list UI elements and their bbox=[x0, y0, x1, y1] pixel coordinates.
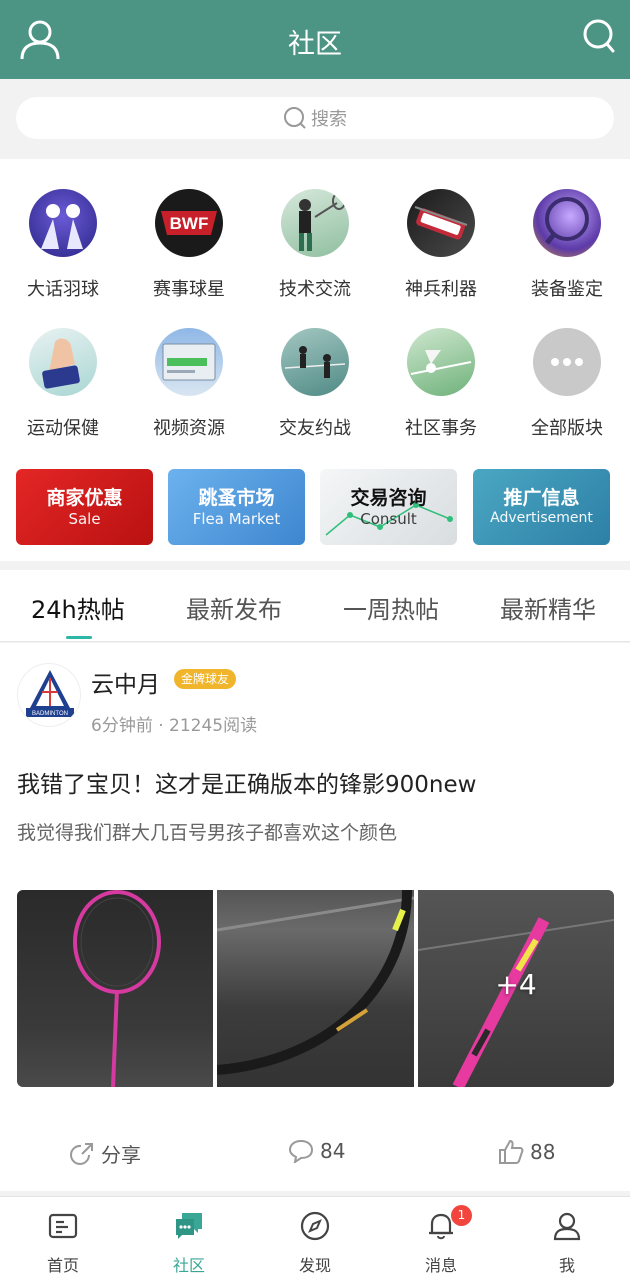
category-grid: 大话羽球 BWF 赛事球星 技术交流 神兵利器 装备鉴定 运动保健 视频资源 交… bbox=[0, 159, 630, 561]
notification-badge: 1 bbox=[451, 1205, 472, 1226]
banner-advertisement[interactable]: 推广信息 Advertisement bbox=[473, 469, 610, 545]
page-title: 社区 bbox=[288, 29, 342, 60]
court-icon bbox=[281, 328, 349, 396]
category-item[interactable]: 交友约战 bbox=[252, 328, 378, 440]
avatar[interactable]: BADMINTON bbox=[17, 663, 81, 727]
post-meta: 6分钟前 · 21245阅读 bbox=[91, 716, 258, 736]
category-label: 交友约战 bbox=[279, 418, 351, 439]
search-placeholder: 搜索 bbox=[311, 109, 347, 130]
search-area: 搜索 bbox=[0, 79, 630, 159]
comment-count: 84 bbox=[320, 1139, 346, 1163]
comment-button[interactable]: 84 bbox=[288, 1139, 345, 1163]
share-label: 分享 bbox=[101, 1143, 141, 1167]
share-button[interactable]: 分享 bbox=[69, 1139, 141, 1168]
comment-icon bbox=[288, 1139, 314, 1163]
more-icon bbox=[533, 328, 601, 396]
category-item[interactable]: 运动保健 bbox=[0, 328, 126, 440]
thumbs-up-icon bbox=[499, 1139, 524, 1164]
nav-home[interactable]: 首页 bbox=[0, 1197, 126, 1280]
banner-flea-market[interactable]: 跳蚤市场 Flea Market bbox=[168, 469, 305, 545]
profile-icon bbox=[553, 1212, 581, 1241]
category-item[interactable]: BWF 赛事球星 bbox=[126, 189, 252, 301]
banner-title: 交易咨询 bbox=[350, 487, 427, 509]
svg-text:BWF: BWF bbox=[170, 214, 209, 233]
community-icon bbox=[176, 1213, 202, 1239]
magnifier-icon bbox=[533, 189, 601, 257]
category-item[interactable]: 神兵利器 bbox=[378, 189, 504, 301]
banner-sale[interactable]: 商家优惠 Sale bbox=[16, 469, 153, 545]
top-app-bar: 社区 bbox=[0, 0, 630, 79]
compass-icon bbox=[300, 1211, 330, 1241]
tab-weekly-hot[interactable]: 一周热帖 bbox=[343, 590, 439, 625]
post-photo[interactable] bbox=[217, 890, 414, 1087]
category-item[interactable]: 装备鉴定 bbox=[504, 189, 630, 301]
bwf-logo-icon: BWF bbox=[155, 189, 223, 257]
like-count: 88 bbox=[530, 1140, 556, 1164]
tab-latest[interactable]: 最新发布 bbox=[186, 590, 282, 625]
avatar-logo-text: BADMINTON bbox=[32, 711, 68, 717]
post-photo[interactable]: +4 bbox=[418, 890, 614, 1087]
category-item[interactable]: 全部版块 bbox=[504, 328, 630, 440]
tab-latest-featured[interactable]: 最新精华 bbox=[500, 590, 596, 625]
category-item[interactable]: 视频资源 bbox=[126, 328, 252, 440]
category-item[interactable]: 社区事务 bbox=[378, 328, 504, 440]
racket-bag-icon bbox=[407, 189, 475, 257]
bottom-nav: 首页 社区 发现 1 消息 我 bbox=[0, 1196, 630, 1280]
share-icon bbox=[70, 1142, 93, 1165]
home-icon bbox=[48, 1213, 78, 1239]
nav-messages[interactable]: 1 消息 bbox=[378, 1197, 504, 1280]
tab-24h-hot[interactable]: 24h热帖 bbox=[31, 590, 125, 625]
category-label: 赛事球星 bbox=[153, 279, 225, 300]
nav-label: 首页 bbox=[46, 1256, 79, 1275]
banner-title: 推广信息 bbox=[503, 487, 580, 509]
nav-label: 社区 bbox=[172, 1256, 205, 1275]
nav-label: 我 bbox=[558, 1256, 575, 1275]
video-icon bbox=[155, 328, 223, 396]
nav-label: 消息 bbox=[424, 1256, 457, 1275]
search-icon[interactable] bbox=[582, 18, 616, 54]
category-label: 运动保健 bbox=[27, 418, 99, 439]
category-label: 社区事务 bbox=[405, 418, 477, 439]
shuttle-court-icon bbox=[407, 328, 475, 396]
post-card[interactable]: BADMINTON 云中月 金牌球友 6分钟前 · 21245阅读 我错了宝贝！… bbox=[0, 643, 630, 1191]
status-badge: 金牌球友 bbox=[174, 669, 237, 689]
banner-subtitle: Flea Market bbox=[192, 510, 281, 528]
banner-subtitle: Consult bbox=[360, 510, 417, 528]
search-input[interactable]: 搜索 bbox=[16, 97, 614, 139]
category-item[interactable]: 技术交流 bbox=[252, 189, 378, 301]
like-button[interactable]: 88 bbox=[498, 1139, 555, 1165]
search-icon bbox=[284, 107, 306, 129]
category-label: 技术交流 bbox=[279, 279, 351, 300]
active-tab-indicator bbox=[66, 636, 92, 639]
category-item[interactable]: 大话羽球 bbox=[0, 189, 126, 301]
shuttlecock-icon bbox=[29, 189, 97, 257]
wristband-icon bbox=[29, 328, 97, 396]
post-excerpt: 我觉得我们群大几百号男孩子都喜欢这个颜色 bbox=[17, 822, 398, 844]
banner-subtitle: Advertisement bbox=[490, 510, 593, 526]
nav-discover[interactable]: 发现 bbox=[252, 1197, 378, 1280]
nav-me[interactable]: 我 bbox=[504, 1197, 630, 1280]
post-photo[interactable] bbox=[17, 890, 213, 1087]
feed-tabs: 24h热帖 最新发布 一周热帖 最新精华 bbox=[0, 570, 630, 642]
category-label: 装备鉴定 bbox=[531, 279, 603, 300]
banner-title: 商家优惠 bbox=[46, 487, 123, 509]
category-label: 神兵利器 bbox=[405, 279, 477, 300]
more-photos-count: +4 bbox=[495, 968, 537, 1001]
category-label: 大话羽球 bbox=[27, 279, 99, 300]
nav-community[interactable]: 社区 bbox=[126, 1197, 252, 1280]
post-title[interactable]: 我错了宝贝！这才是正确版本的锋影900new bbox=[17, 765, 476, 799]
banner-consult[interactable]: 交易咨询 Consult bbox=[320, 469, 457, 545]
category-label: 视频资源 bbox=[153, 418, 225, 439]
player-icon bbox=[281, 189, 349, 257]
banner-subtitle: Sale bbox=[68, 510, 101, 528]
author-name[interactable]: 云中月 bbox=[91, 665, 160, 699]
banner-title: 跳蚤市场 bbox=[198, 487, 275, 509]
nav-label: 发现 bbox=[298, 1256, 331, 1275]
category-label: 全部版块 bbox=[531, 418, 603, 439]
